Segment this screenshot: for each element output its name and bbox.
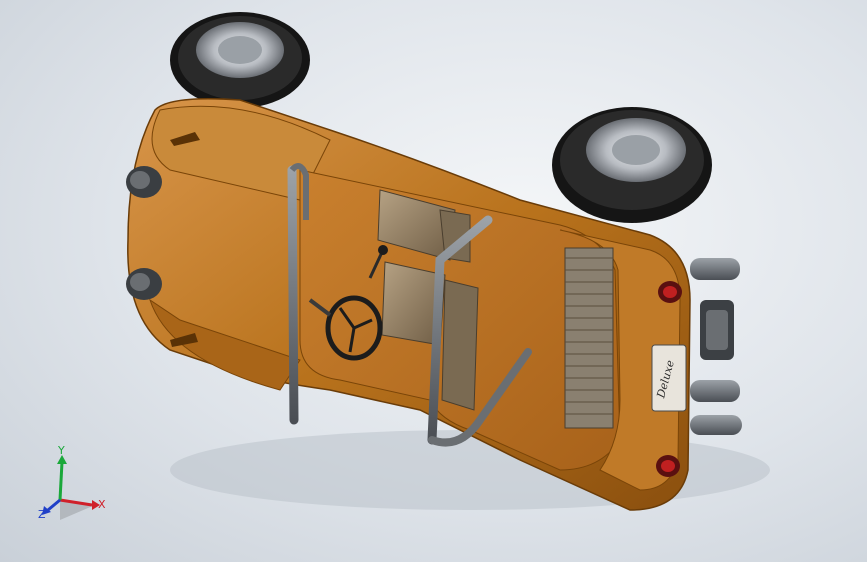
axis-triad[interactable]: X Y Z: [38, 444, 106, 521]
axis-x-label: X: [98, 498, 106, 511]
wheel-rear-right[interactable]: [552, 107, 712, 223]
tail-light-top: [658, 281, 682, 303]
axis-z-line: [47, 498, 61, 512]
headlight-right: [126, 268, 162, 300]
exhaust-pipes[interactable]: [690, 258, 742, 435]
model-view[interactable]: Deluxe X Y Z: [0, 0, 867, 562]
headlight-left: [126, 166, 162, 198]
axis-y-line: [58, 461, 64, 501]
cad-viewport[interactable]: Deluxe X Y Z: [0, 0, 867, 562]
tail-light-bottom: [656, 455, 680, 477]
rear-grille: [564, 247, 614, 429]
axis-y-label: Y: [57, 444, 65, 457]
license-plate: Deluxe: [651, 344, 687, 412]
wheel-rear-left[interactable]: [170, 12, 310, 108]
axis-z-label: Z: [38, 508, 46, 521]
